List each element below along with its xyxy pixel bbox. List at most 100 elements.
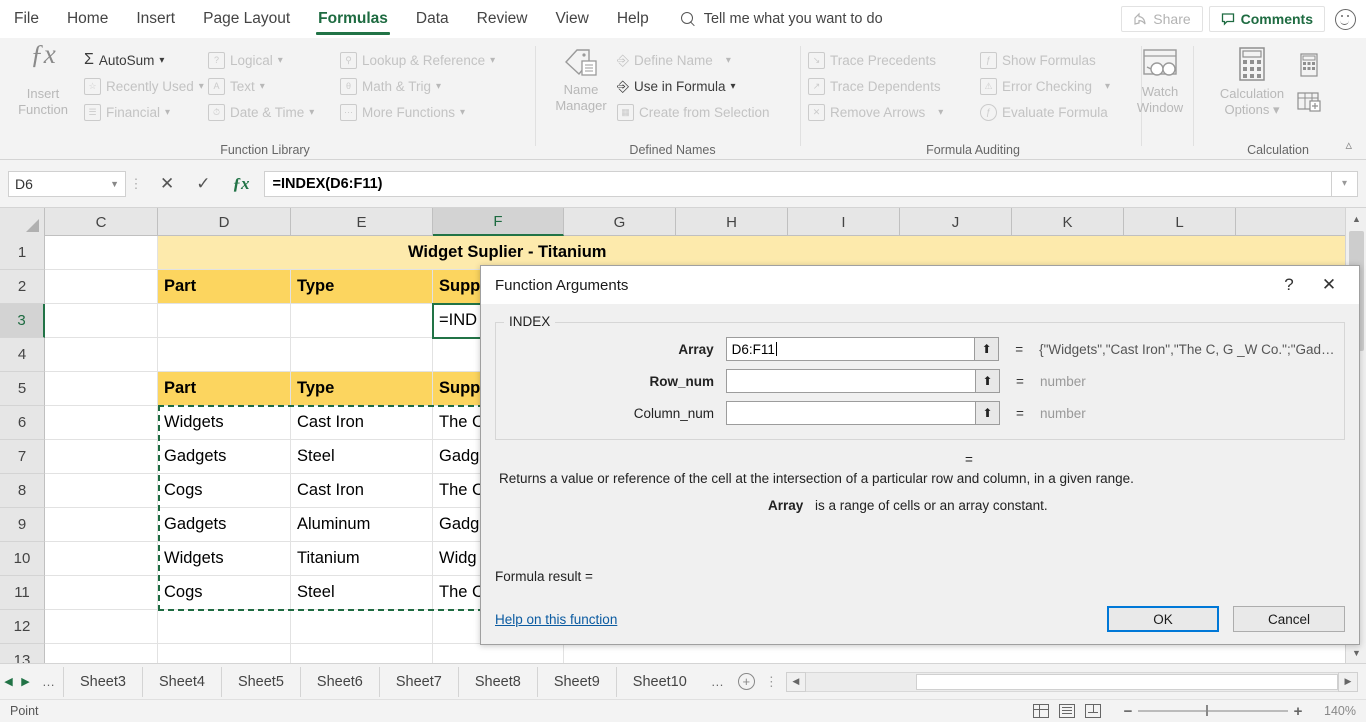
name-box[interactable]: D6 ▼ xyxy=(8,170,126,197)
financial-button[interactable]: ☰ Financial ▾ xyxy=(84,99,204,125)
hscroll-track[interactable] xyxy=(805,671,1338,692)
page-break-button[interactable] xyxy=(1080,703,1106,720)
help-icon[interactable]: ? xyxy=(1269,275,1309,295)
tab-view[interactable]: View xyxy=(542,0,603,38)
collapse-dialog-icon[interactable]: ⬆ xyxy=(976,369,1000,393)
remove-arrows-button[interactable]: ✕ Remove Arrows ▾ xyxy=(808,99,978,125)
cell-D3[interactable] xyxy=(158,304,291,338)
cell-E11[interactable]: Steel xyxy=(291,576,433,610)
column-header-G[interactable]: G xyxy=(564,208,676,236)
text-button[interactable]: A Text ▾ xyxy=(208,73,318,99)
argument-input-array[interactable]: D6:F11 xyxy=(725,337,976,361)
hscroll-left-arrow-icon[interactable]: ◀ xyxy=(785,671,806,692)
cell-D6[interactable]: Widgets xyxy=(158,406,291,440)
zoom-slider[interactable] xyxy=(1138,705,1288,717)
cell-C10[interactable] xyxy=(45,542,158,576)
cell-D13[interactable] xyxy=(158,644,291,663)
sheet-tabs-right-ellipsis[interactable]: … xyxy=(703,674,732,689)
calculate-now-button[interactable] xyxy=(1298,52,1320,83)
cell-E13[interactable] xyxy=(291,644,433,663)
cell-G13[interactable] xyxy=(564,644,1366,663)
row-header-2[interactable]: 2 xyxy=(0,270,45,304)
cell-C3[interactable] xyxy=(45,304,158,338)
nav-next-icon[interactable]: ▶ xyxy=(17,675,34,688)
sheet-tab-sheet3[interactable]: Sheet3 xyxy=(63,666,142,697)
tab-file[interactable]: File xyxy=(0,0,53,38)
normal-view-button[interactable] xyxy=(1028,703,1054,720)
row-header-13[interactable]: 13 xyxy=(0,644,45,663)
sheet-menu-icon[interactable]: ⋮ xyxy=(761,674,782,690)
cell-E9[interactable]: Aluminum xyxy=(291,508,433,542)
create-from-selection-button[interactable]: ▦ Create from Selection xyxy=(617,99,797,125)
cell-C7[interactable] xyxy=(45,440,158,474)
calculation-options-button[interactable]: Calculation Options ▾ xyxy=(1206,46,1298,118)
nav-previous-icon[interactable]: ◀ xyxy=(0,675,17,688)
recently-used-button[interactable]: ☆ Recently Used ▾ xyxy=(84,73,204,99)
lookup-reference-button[interactable]: ⚲ Lookup & Reference ▾ xyxy=(340,47,500,73)
cell-C11[interactable] xyxy=(45,576,158,610)
sheet-tab-sheet10[interactable]: Sheet10 xyxy=(615,666,703,697)
cell-D2[interactable]: Part xyxy=(158,270,291,304)
column-header-J[interactable]: J xyxy=(900,208,1012,236)
cell-D9[interactable]: Gadgets xyxy=(158,508,291,542)
cell-E12[interactable] xyxy=(291,610,433,644)
sheet-tab-sheet5[interactable]: Sheet5 xyxy=(220,666,300,697)
tab-help[interactable]: Help xyxy=(603,0,663,38)
share-button[interactable]: Share xyxy=(1121,6,1203,32)
feedback-smiley-icon[interactable] xyxy=(1335,8,1356,30)
tell-me-search[interactable]: Tell me what you want to do xyxy=(680,11,883,27)
cell-E7[interactable]: Steel xyxy=(291,440,433,474)
hscroll-right-arrow-icon[interactable]: ▶ xyxy=(1338,671,1358,692)
zoom-level-label[interactable]: 140% xyxy=(1308,704,1356,718)
formula-input[interactable]: =INDEX(D6:F11) xyxy=(263,170,1332,197)
cell-C12[interactable] xyxy=(45,610,158,644)
sheet-tabs-left-ellipsis[interactable]: … xyxy=(34,674,63,689)
row-header-4[interactable]: 4 xyxy=(0,338,45,372)
sheet-tab-sheet9[interactable]: Sheet9 xyxy=(536,666,616,697)
cell-D5[interactable]: Part xyxy=(158,372,291,406)
define-name-button[interactable]: ⎆ Define Name ▾ xyxy=(617,47,797,73)
cell-E2[interactable]: Type xyxy=(291,270,433,304)
select-all-corner[interactable] xyxy=(0,208,45,236)
sheet-tab-sheet8[interactable]: Sheet8 xyxy=(457,666,537,697)
cell-D8[interactable]: Cogs xyxy=(158,474,291,508)
logical-button[interactable]: ? Logical ▾ xyxy=(208,47,318,73)
argument-input-column-num[interactable] xyxy=(726,401,976,425)
dialog-title-bar[interactable]: Function Arguments ? ✕ xyxy=(481,266,1359,304)
sheet-tab-sheet6[interactable]: Sheet6 xyxy=(299,666,379,697)
row-header-5[interactable]: 5 xyxy=(0,372,45,406)
row-header-12[interactable]: 12 xyxy=(0,610,45,644)
column-header-K[interactable]: K xyxy=(1012,208,1124,236)
cell-E5[interactable]: Type xyxy=(291,372,433,406)
cell-E6[interactable]: Cast Iron xyxy=(291,406,433,440)
use-in-formula-button[interactable]: ⎆ Use in Formula ▾ xyxy=(617,73,797,99)
cell-D11[interactable]: Cogs xyxy=(158,576,291,610)
cell-E4[interactable] xyxy=(291,338,433,372)
enter-icon[interactable]: ✓ xyxy=(196,174,210,194)
formula-bar-grip[interactable]: ⋮ xyxy=(126,176,146,192)
trace-dependents-button[interactable]: ↗ Trace Dependents xyxy=(808,73,978,99)
zoom-in-icon[interactable]: + xyxy=(1288,703,1308,720)
cell-E8[interactable]: Cast Iron xyxy=(291,474,433,508)
tab-home[interactable]: Home xyxy=(53,0,122,38)
collapse-ribbon-button[interactable]: ▵ xyxy=(1345,137,1352,153)
cell-D10[interactable]: Widgets xyxy=(158,542,291,576)
row-header-11[interactable]: 11 xyxy=(0,576,45,610)
argument-input-row-num[interactable] xyxy=(726,369,976,393)
scroll-up-arrow-icon[interactable]: ▲ xyxy=(1346,208,1366,229)
column-header-E[interactable]: E xyxy=(291,208,433,236)
watch-window-button[interactable]: Watch Window xyxy=(1120,48,1200,116)
cell-E10[interactable]: Titanium xyxy=(291,542,433,576)
trace-precedents-button[interactable]: ↘ Trace Precedents xyxy=(808,47,978,73)
column-header-I[interactable]: I xyxy=(788,208,900,236)
horizontal-scroll-thumb[interactable] xyxy=(915,673,1338,690)
insert-function-button[interactable]: ƒx Insert Function xyxy=(10,41,76,118)
cancel-button[interactable]: Cancel xyxy=(1233,606,1345,632)
column-header-D[interactable]: D xyxy=(158,208,291,236)
cancel-icon[interactable]: ✕ xyxy=(160,174,174,194)
collapse-dialog-icon[interactable]: ⬆ xyxy=(976,401,1000,425)
tab-insert[interactable]: Insert xyxy=(122,0,189,38)
column-header-L[interactable]: L xyxy=(1124,208,1236,236)
horizontal-scrollbar[interactable]: ◀ ▶ xyxy=(785,671,1358,692)
cell-C8[interactable] xyxy=(45,474,158,508)
